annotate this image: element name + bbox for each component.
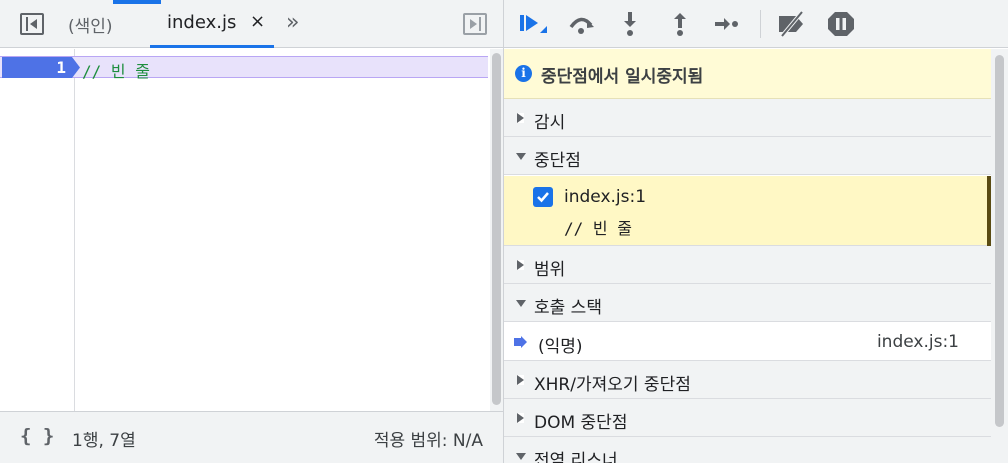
section-global-listeners[interactable]: 전역 리스너 [504, 437, 991, 463]
section-dom-breakpoints[interactable]: DOM 중단점 [504, 399, 991, 437]
editor-scrollbar[interactable] [490, 49, 503, 411]
pretty-print-button[interactable]: { } [20, 425, 54, 447]
debugger-sidebar: i 중단점에서 일시중지됨 감시 중단점 index.js:1 // 빈 줄 범… [504, 0, 1008, 463]
toolbar-separator [760, 10, 761, 38]
pause-on-exceptions-icon[interactable] [824, 8, 858, 40]
step-into-icon[interactable] [613, 8, 647, 40]
expand-arrow-icon [517, 413, 524, 423]
section-breakpoints-label: 중단점 [534, 151, 581, 171]
editor-status-bar: { } 1행, 7열 적용 범위: N/A [0, 411, 503, 463]
section-breakpoints[interactable]: 중단점 [504, 137, 991, 175]
breakpoint-item[interactable]: index.js:1 // 빈 줄 [504, 176, 991, 246]
debugger-toolbar [504, 0, 1008, 48]
code-editor[interactable]: 1 // 빈 줄 [0, 49, 490, 411]
section-call-stack-label: 호출 스택 [534, 298, 602, 318]
call-frame[interactable]: (익명) index.js:1 [504, 323, 991, 361]
breakpoint-snippet: // 빈 줄 [564, 219, 632, 238]
step-icon[interactable] [710, 8, 744, 40]
sidebar-scrollbar[interactable] [991, 49, 1008, 463]
tab-file-label: index.js [167, 12, 237, 33]
breakpoint-checkbox[interactable] [533, 187, 553, 207]
debugger-toggle-icon[interactable] [463, 13, 487, 35]
breakpoint-location: index.js:1 [564, 187, 647, 207]
call-frame-name: (익명) [538, 337, 583, 357]
code-line[interactable]: // 빈 줄 [82, 58, 150, 82]
sidebar-scrollbar-thumb[interactable] [995, 55, 1004, 427]
editor-tab-bar: (색인) index.js × » [0, 0, 503, 48]
editor-panel: (색인) index.js × » 1 // 빈 줄 { } 1행, 7열 적용… [0, 0, 503, 463]
info-icon: i [515, 65, 532, 82]
section-scope[interactable]: 범위 [504, 246, 991, 284]
call-frame-location[interactable]: index.js:1 [877, 332, 959, 352]
collapse-arrow-icon [516, 153, 526, 160]
expand-arrow-icon [517, 260, 524, 270]
paused-message: 중단점에서 일시중지됨 [541, 67, 704, 87]
resume-icon[interactable] [516, 8, 550, 40]
line-gutter[interactable] [0, 49, 75, 411]
navigator-toggle-icon[interactable] [20, 13, 44, 35]
section-call-stack[interactable]: 호출 스택 [504, 284, 991, 322]
cursor-position: 1행, 7열 [72, 431, 136, 451]
section-xhr-label: XHR/가져오기 중단점 [534, 375, 691, 395]
line-number: 1 [56, 58, 66, 77]
expand-arrow-icon [517, 375, 524, 385]
editor-scrollbar-thumb[interactable] [492, 53, 501, 405]
coverage-status: 적용 범위: N/A [373, 431, 483, 451]
section-watch[interactable]: 감시 [504, 99, 991, 137]
step-over-icon[interactable] [564, 8, 598, 40]
section-scope-label: 범위 [534, 260, 566, 280]
tab-index[interactable]: (색인) [68, 12, 113, 37]
paused-banner: i 중단점에서 일시중지됨 [504, 49, 991, 99]
current-frame-arrow-icon [514, 336, 527, 348]
deactivate-breakpoints-icon[interactable] [774, 8, 808, 40]
section-watch-label: 감시 [534, 113, 566, 133]
expand-arrow-icon [517, 113, 524, 123]
collapse-arrow-icon [516, 453, 526, 460]
close-icon[interactable]: × [250, 11, 265, 32]
section-xhr-breakpoints[interactable]: XHR/가져오기 중단점 [504, 361, 991, 399]
section-dom-label: DOM 중단점 [534, 413, 628, 433]
collapse-arrow-icon [516, 300, 526, 307]
tab-index-js[interactable]: index.js × [150, 0, 274, 48]
section-listeners-label: 전역 리스너 [534, 451, 618, 463]
step-out-icon[interactable] [663, 8, 697, 40]
more-tabs-icon[interactable]: » [286, 10, 299, 35]
